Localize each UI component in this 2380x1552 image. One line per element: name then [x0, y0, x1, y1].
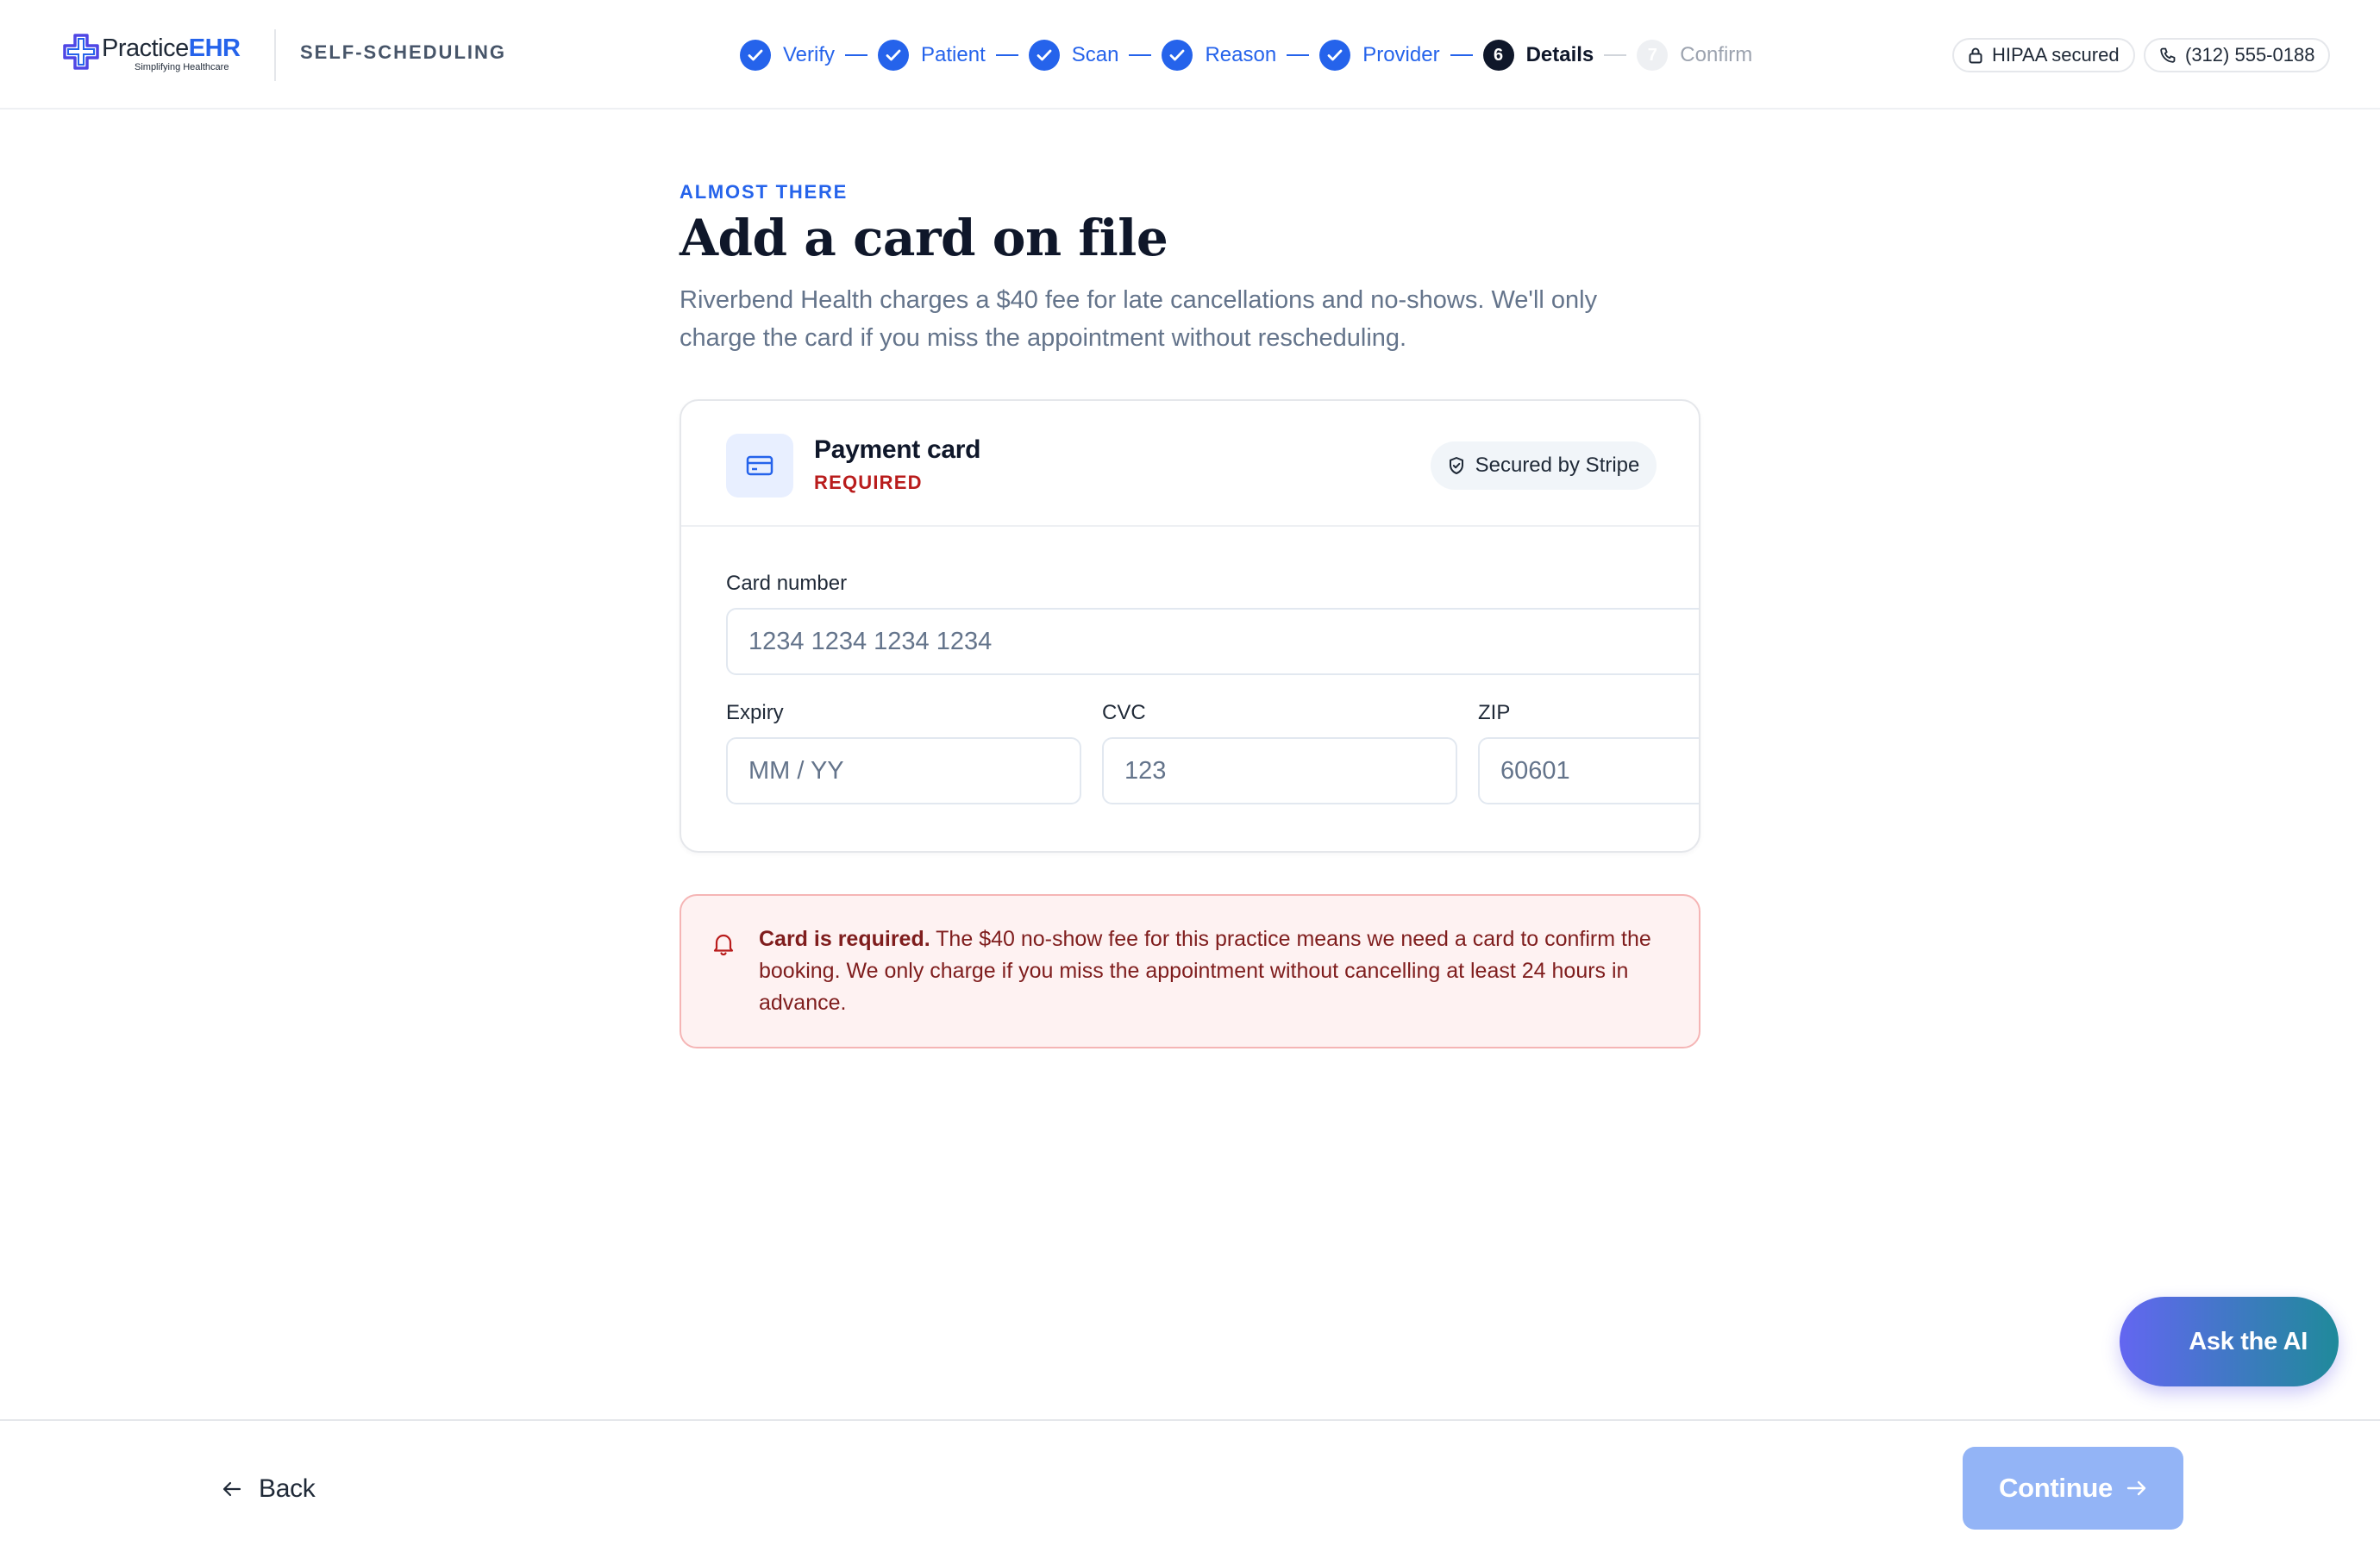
practice-ehr-logo[interactable]: PracticeEHR Simplifying Healthcare [62, 31, 241, 79]
phone-icon [2160, 47, 2176, 63]
zip-input[interactable] [1478, 737, 1699, 804]
payment-card-header: Payment card REQUIRED Secured by Stripe [681, 401, 1699, 527]
cvc-label: CVC [1102, 701, 1146, 724]
step-patient[interactable]: Patient [878, 40, 986, 71]
continue-label: Continue [1999, 1473, 2113, 1503]
medical-cross-icon [63, 34, 99, 70]
card-number-label: Card number [726, 572, 848, 595]
top-header: PracticeEHR Simplifying Healthcare SELF-… [0, 0, 2380, 110]
step-connector [845, 54, 868, 56]
step-connector [1129, 54, 1152, 56]
arrow-left-icon [222, 1481, 241, 1497]
step-label: Scan [1071, 43, 1119, 66]
alert-message: Card is required. The $40 no-show fee fo… [759, 923, 1673, 1019]
payment-card-panel: Payment card REQUIRED Secured by Stripe … [680, 399, 1700, 853]
check-icon [878, 40, 910, 71]
check-icon [740, 40, 771, 71]
step-connector [995, 54, 1018, 56]
hipaa-label: HIPAA secured [1992, 44, 2120, 66]
step-label: Patient [921, 43, 986, 66]
step-confirm: 7 Confirm [1637, 40, 1752, 71]
card-number-input[interactable] [726, 608, 1699, 675]
required-label: REQUIRED [814, 472, 923, 493]
page-subtitle: Riverbend Health charges a $40 fee for l… [680, 286, 1598, 352]
expiry-input[interactable] [726, 737, 1081, 804]
section-title: SELF-SCHEDULING [300, 41, 506, 63]
check-icon [1162, 40, 1193, 71]
check-icon [1028, 40, 1060, 71]
alert-strong: Card is required. [759, 927, 930, 951]
continue-button[interactable]: Continue [1963, 1447, 2183, 1530]
zip-label: ZIP [1478, 701, 1511, 724]
credit-card-icon [726, 434, 793, 498]
step-connector [1287, 54, 1310, 56]
shield-check-icon [1449, 457, 1463, 474]
step-connector [1450, 54, 1473, 56]
phone-number: (312) 555-0188 [2185, 44, 2315, 66]
lock-icon [1969, 47, 1982, 64]
step-reason[interactable]: Reason [1162, 40, 1276, 71]
step-details: 6 Details [1482, 40, 1594, 71]
logo-tagline: Simplifying Healthcare [135, 62, 229, 72]
header-divider [274, 29, 276, 81]
secured-by-stripe-badge: Secured by Stripe [1431, 441, 1657, 490]
secured-label: Secured by Stripe [1475, 454, 1640, 477]
bell-icon [713, 934, 734, 956]
step-scan[interactable]: Scan [1028, 40, 1119, 71]
progress-stepper: Verify Patient Scan Reason Provider 6 Details 7… [740, 39, 1752, 72]
eyebrow-label: ALMOST THERE [680, 181, 849, 203]
card-required-alert: Card is required. The $40 no-show fee fo… [680, 894, 1700, 1048]
payment-card-title: Payment card [814, 435, 981, 464]
step-label: Provider [1362, 43, 1440, 66]
arrow-right-icon [2126, 1480, 2146, 1496]
page-title: Add a card on file [680, 209, 1168, 267]
step-number: 6 [1482, 40, 1514, 71]
step-label: Details [1525, 43, 1594, 66]
check-icon [1319, 40, 1351, 71]
hipaa-badge: HIPAA secured [1952, 38, 2135, 72]
step-label: Confirm [1680, 43, 1753, 66]
back-button[interactable]: Back [222, 1474, 316, 1504]
step-verify[interactable]: Verify [740, 40, 835, 71]
footer-bar: Back Continue [0, 1419, 2380, 1552]
logo-wordmark: PracticeEHR [102, 34, 241, 62]
ask-the-ai-button[interactable]: Ask the AI [2120, 1297, 2339, 1386]
back-label: Back [259, 1474, 316, 1503]
step-number: 7 [1637, 40, 1669, 71]
cvc-input[interactable] [1102, 737, 1457, 804]
phone-link[interactable]: (312) 555-0188 [2144, 38, 2331, 72]
step-provider[interactable]: Provider [1319, 40, 1440, 71]
step-connector [1604, 54, 1627, 56]
expiry-label: Expiry [726, 701, 784, 724]
step-label: Reason [1205, 43, 1277, 66]
step-label: Verify [783, 43, 836, 66]
